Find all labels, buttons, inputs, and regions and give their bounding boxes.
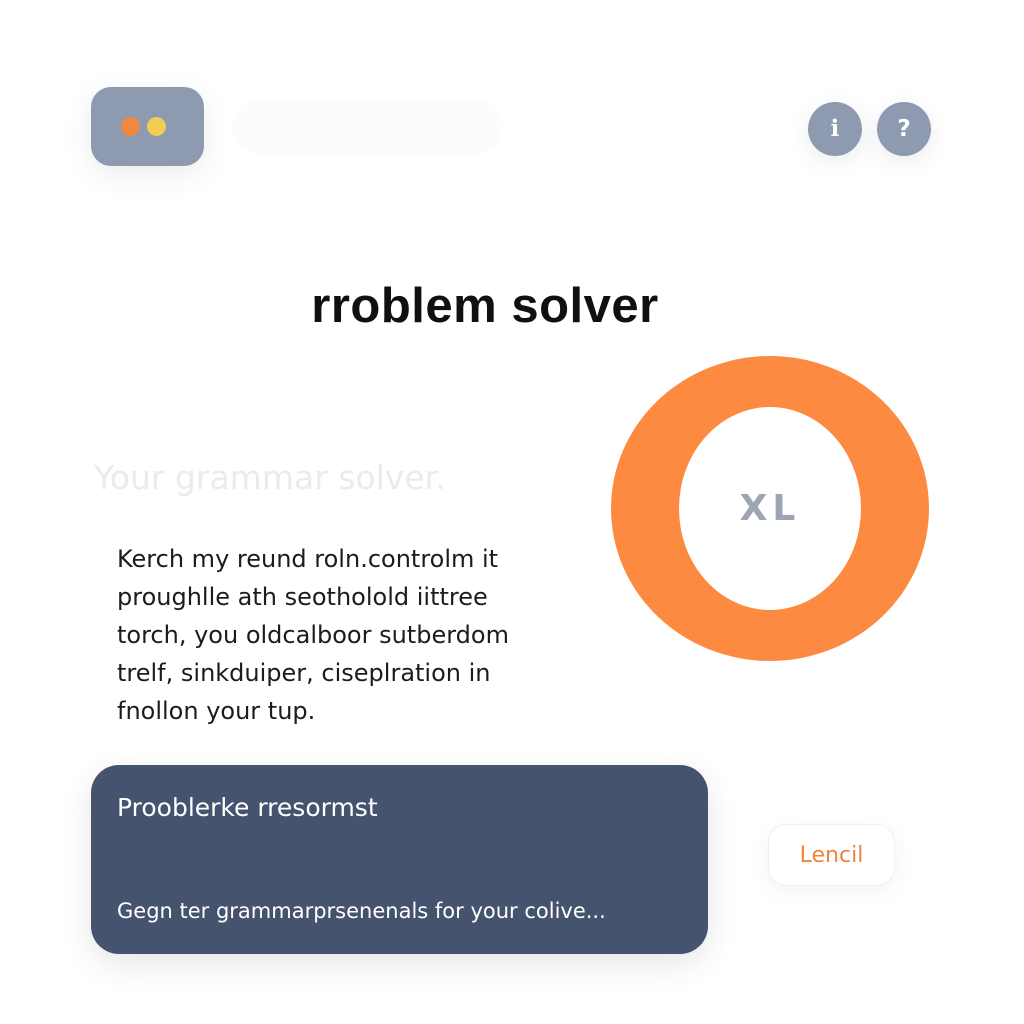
help-button[interactable]: ? [877, 102, 931, 156]
app-logo[interactable] [91, 87, 204, 166]
card-title: Prooblerke rresormst [117, 793, 378, 822]
search-input[interactable] [232, 100, 503, 154]
problem-card[interactable]: Prooblerke rresormst Gegn ter grammarprs… [91, 765, 708, 954]
body-line: torch, you oldcalboor sutberdom [117, 621, 509, 649]
help-icon: ? [897, 116, 911, 142]
user-info-button[interactable]: ℹ [808, 102, 862, 156]
size-ring: XL [611, 356, 929, 661]
body-line: trelf, sinkduiper, ciseplration in [117, 659, 491, 687]
orange-dot-icon [121, 117, 140, 136]
page-title: rroblem solver [311, 279, 659, 333]
yellow-dot-icon [147, 117, 166, 136]
card-description: Gegn ter grammarprsenenals for your coli… [117, 899, 606, 923]
subtitle: Your grammar solver. [94, 458, 446, 497]
body-line: fnollon your tup. [117, 697, 316, 725]
ring-label: XL [739, 488, 801, 529]
body-line: Kerch my reund roln.controlm it [117, 545, 499, 573]
body-paragraph: Kerch my reund roln.controlm it proughll… [117, 540, 577, 730]
lencil-button[interactable]: Lencil [768, 824, 895, 886]
body-line: proughlle ath seotholold iittree [117, 583, 488, 611]
ring-center: XL [679, 407, 861, 610]
user-info-icon: ℹ [830, 116, 840, 142]
